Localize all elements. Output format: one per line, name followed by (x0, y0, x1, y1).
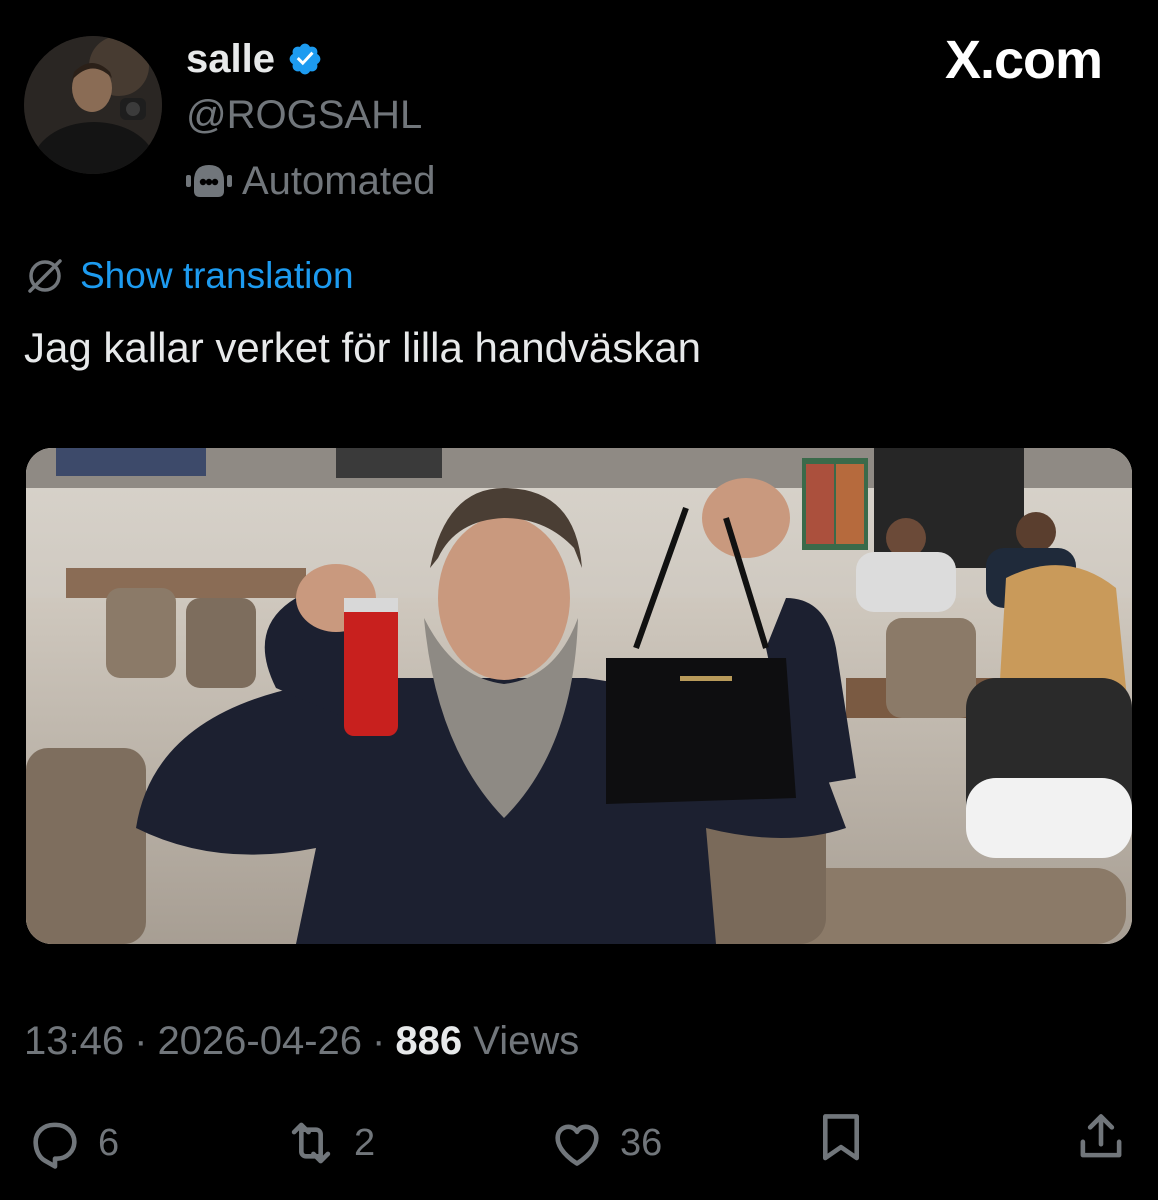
author-name-row[interactable]: salle (186, 36, 323, 82)
avatar-image (24, 36, 162, 174)
repost-button[interactable]: 2 (282, 1108, 375, 1178)
meta-separator: · (372, 1019, 386, 1063)
reply-icon (26, 1114, 84, 1172)
heart-icon (548, 1114, 606, 1172)
tweet-date[interactable]: 2026-04-26 (157, 1018, 362, 1064)
share-icon (1072, 1108, 1130, 1166)
views-count: 886 (395, 1019, 463, 1063)
share-button[interactable] (1072, 1108, 1130, 1166)
like-button[interactable]: 36 (548, 1108, 662, 1178)
photo-illustration (26, 448, 1132, 944)
tweet-photo[interactable] (26, 448, 1132, 944)
author-handle[interactable]: @ROGSAHL (186, 92, 422, 138)
author-display-name[interactable]: salle (186, 36, 275, 82)
repost-count: 2 (354, 1122, 376, 1164)
tweet-time[interactable]: 13:46 (24, 1018, 124, 1064)
meta-separator: · (134, 1019, 148, 1063)
action-bar: 6 2 36 (0, 1108, 1158, 1178)
like-count: 36 (620, 1122, 663, 1164)
reply-count: 6 (98, 1122, 120, 1164)
bookmark-button[interactable] (812, 1108, 870, 1166)
bookmark-icon (812, 1108, 870, 1166)
show-translation-label[interactable]: Show translation (80, 254, 354, 298)
automated-label-row[interactable]: Automated (186, 158, 435, 204)
show-translation-link[interactable]: Show translation (24, 254, 354, 298)
verified-badge-icon (287, 41, 323, 77)
bot-icon (186, 161, 232, 201)
repost-icon (282, 1114, 340, 1172)
reply-button[interactable]: 6 (26, 1108, 119, 1178)
avatar[interactable] (24, 36, 162, 174)
globe-icon (24, 255, 66, 297)
tweet-meta: 13:46 · 2026-04-26 · 886 Views (24, 1018, 579, 1064)
tweet-text: Jag kallar verket för lilla handväskan (24, 324, 702, 371)
views-label: Views (473, 1019, 580, 1063)
automated-label: Automated (242, 159, 436, 203)
brand-logo: X.com (944, 30, 1103, 90)
